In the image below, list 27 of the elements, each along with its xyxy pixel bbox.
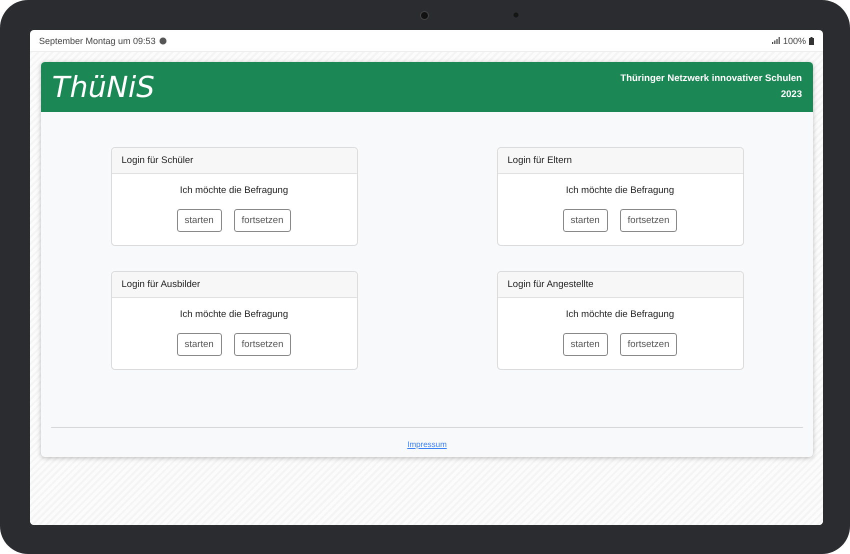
- start-button[interactable]: starten: [562, 209, 608, 232]
- logo: ThüNiS: [52, 70, 155, 104]
- header-subtitle: 2023: [780, 88, 802, 102]
- continue-button[interactable]: fortsetzen: [620, 333, 678, 356]
- battery-icon: [809, 36, 814, 44]
- continue-button[interactable]: fortsetzen: [234, 333, 292, 356]
- card-title: Login für Ausbilder: [112, 272, 356, 298]
- header-subtitle: Thüringer Netzwerk innovativer Schulen: [620, 72, 802, 86]
- start-button[interactable]: starten: [176, 209, 222, 232]
- impressum-link[interactable]: Impressum: [407, 440, 447, 449]
- start-button[interactable]: starten: [176, 333, 222, 356]
- signal-icon: [772, 37, 780, 44]
- card-title: Login für Schüler: [112, 148, 356, 174]
- camera-icon: [420, 11, 429, 20]
- card-text: Ich möchte die Befragung: [180, 185, 288, 196]
- notification-icon: [158, 36, 167, 44]
- continue-button[interactable]: fortsetzen: [234, 209, 292, 232]
- sensor-icon: [513, 12, 519, 18]
- card-title: Login für Eltern: [498, 148, 742, 174]
- start-button[interactable]: starten: [562, 333, 608, 356]
- card-title: Login für Angestellte: [498, 272, 742, 298]
- card-text: Ich möchte die Befragung: [566, 309, 674, 320]
- card-text: Ich möchte die Befragung: [180, 309, 288, 320]
- status-time: September Montag um 09:53: [39, 36, 156, 46]
- continue-button[interactable]: fortsetzen: [620, 209, 678, 232]
- card-text: Ich möchte die Befragung: [566, 185, 674, 196]
- battery-level: 100%: [782, 36, 806, 46]
